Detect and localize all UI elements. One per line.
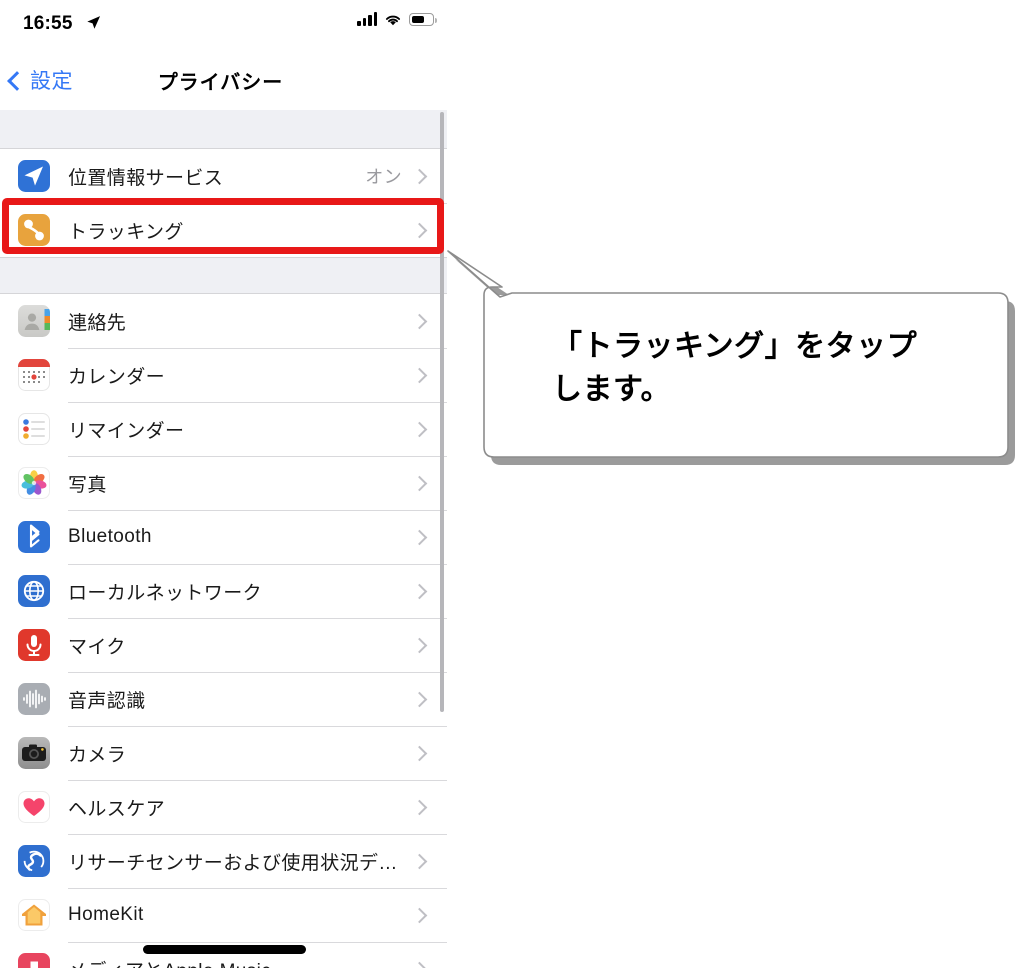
callout-text: 「トラッキング」をタップ します。 [552, 330, 918, 406]
speech-recognition-icon [18, 683, 50, 715]
list-item-camera[interactable]: カメラ [0, 726, 447, 780]
list-item-homekit[interactable]: HomeKit [0, 888, 447, 942]
chevron-right-icon [411, 691, 428, 707]
health-icon [18, 791, 50, 823]
homekit-icon [18, 899, 50, 931]
list-item-label: カレンダー [68, 366, 166, 388]
media-apple-music-icon [18, 953, 50, 968]
list-item-label: 位置情報サービス [68, 167, 224, 189]
list-item-tracking[interactable]: トラッキング [0, 203, 447, 257]
list-item-reminders[interactable]: リマインダー [0, 402, 447, 456]
list-item-label: リサーチセンサーおよび使用状況デ… [68, 852, 398, 874]
camera-icon [18, 737, 50, 769]
contacts-icon [18, 305, 50, 337]
chevron-right-icon [411, 367, 428, 383]
chevron-right-icon [411, 907, 428, 923]
location-services-icon [18, 160, 50, 192]
chevron-right-icon [411, 745, 428, 761]
list-item-label: HomeKit [68, 904, 144, 925]
phone-screenshot: 16:55 プライバシー 設定 位置情報サービス オン トラッキング 連絡先 カ… [0, 0, 447, 968]
list-group-gap [0, 258, 447, 293]
settings-group-2: 連絡先 カレンダー リマインダー 写真 Bluetooth ローカルネットワーク… [0, 293, 447, 968]
chevron-right-icon [411, 475, 428, 491]
list-item-label: Bluetooth [68, 526, 152, 547]
chevron-left-icon [7, 70, 27, 91]
back-button[interactable]: 設定 [7, 50, 73, 110]
local-network-icon [18, 575, 50, 607]
research-sensor-icon [18, 845, 50, 877]
list-item-label: リマインダー [68, 420, 185, 442]
status-indicators [357, 12, 437, 26]
settings-group-1: 位置情報サービス オン トラッキング [0, 148, 447, 258]
list-item-label: メディアとApple Music [68, 956, 271, 968]
list-item-label: 音声認識 [68, 690, 146, 712]
chevron-right-icon [411, 222, 428, 238]
list-item-local-network[interactable]: ローカルネットワーク [0, 564, 447, 618]
list-item-label: 写真 [68, 474, 107, 496]
cellular-signal-icon [357, 12, 377, 26]
list-item-microphone[interactable]: マイク [0, 618, 447, 672]
list-item-label: ヘルスケア [68, 798, 166, 820]
list-item-calendar[interactable]: カレンダー [0, 348, 447, 402]
navigation-bar: プライバシー 設定 [0, 50, 447, 110]
home-indicator [143, 945, 306, 954]
chevron-right-icon [411, 853, 428, 869]
chevron-right-icon [411, 313, 428, 329]
list-item-label: 連絡先 [68, 312, 127, 334]
chevron-right-icon [411, 421, 428, 437]
list-item-photos[interactable]: 写真 [0, 456, 447, 510]
bluetooth-icon [18, 521, 50, 553]
microphone-icon [18, 629, 50, 661]
list-item-health[interactable]: ヘルスケア [0, 780, 447, 834]
list-item-bluetooth[interactable]: Bluetooth [0, 510, 447, 564]
chevron-right-icon [411, 637, 428, 653]
list-item-contacts[interactable]: 連絡先 [0, 294, 447, 348]
list-item-label: ローカルネットワーク [68, 582, 263, 604]
list-item-label: マイク [68, 636, 126, 658]
chevron-right-icon [411, 168, 428, 184]
reminders-icon [18, 413, 50, 445]
location-arrow-icon [87, 16, 101, 29]
list-item-location-services[interactable]: 位置情報サービス オン [0, 149, 447, 203]
battery-icon [409, 13, 437, 26]
list-top-gap [0, 110, 447, 148]
calendar-icon [18, 359, 50, 391]
list-item-research-sensor[interactable]: リサーチセンサーおよび使用状況デ… [0, 834, 447, 888]
chevron-right-icon [411, 799, 428, 815]
chevron-right-icon [411, 961, 428, 968]
tracking-icon [18, 214, 50, 246]
chevron-right-icon [411, 583, 428, 599]
status-time: 16:55 [23, 13, 73, 34]
status-bar: 16:55 [0, 0, 447, 50]
list-item-label: トラッキング [68, 221, 184, 243]
list-item-speech-recognition[interactable]: 音声認識 [0, 672, 447, 726]
wifi-icon [385, 15, 401, 26]
callout-balloon: 「トラッキング」をタップ します。 [440, 243, 1020, 483]
settings-list[interactable]: 位置情報サービス オン トラッキング 連絡先 カレンダー リマインダー 写真 B… [0, 110, 447, 968]
back-button-label: 設定 [30, 70, 73, 93]
photos-icon [18, 467, 50, 499]
list-item-value: オン [365, 167, 402, 187]
list-item-label: カメラ [68, 744, 127, 766]
chevron-right-icon [411, 529, 428, 545]
